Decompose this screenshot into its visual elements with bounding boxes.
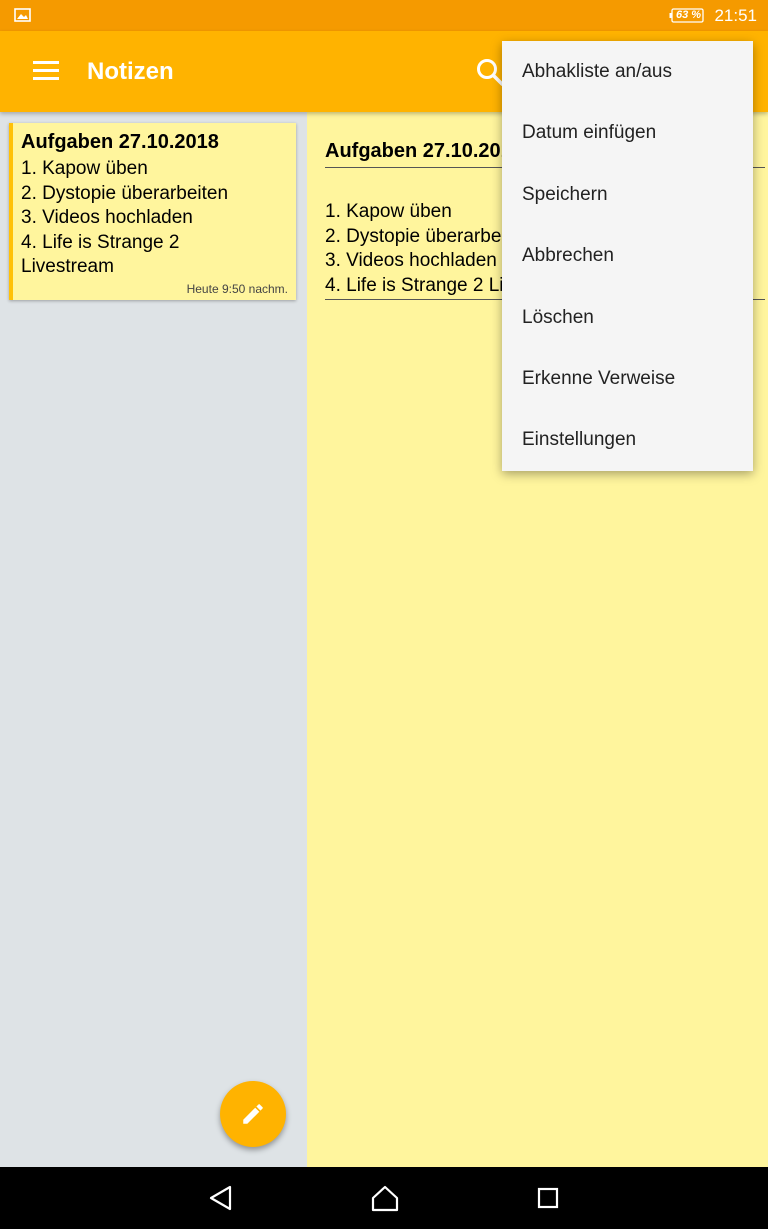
note-card-timestamp: Heute 9:50 nachm.	[186, 282, 288, 296]
menu-item-insert-date[interactable]: Datum einfügen	[502, 102, 753, 163]
menu-item-detect-links[interactable]: Erkenne Verweise	[502, 348, 753, 409]
search-icon[interactable]	[475, 57, 505, 87]
note-card-line: 2. Dystopie überarbeiten	[21, 182, 229, 204]
new-note-button[interactable]	[220, 1081, 286, 1147]
battery-percent: 63 %	[676, 9, 702, 21]
app-title: Notizen	[87, 58, 174, 85]
note-card[interactable]: Aufgaben 27.10.2018 1. Kapow üben 2. Dys…	[9, 123, 296, 300]
menu-item-delete[interactable]: Löschen	[502, 287, 753, 348]
status-bar: 63 % 21:51	[0, 0, 768, 31]
note-card-body: 1. Kapow üben 2. Dystopie überarbeiten 3…	[21, 157, 291, 280]
home-icon[interactable]	[371, 1184, 399, 1212]
menu-item-cancel[interactable]: Abbrechen	[502, 225, 753, 286]
menu-item-settings[interactable]: Einstellungen	[502, 409, 753, 470]
recents-icon[interactable]	[537, 1187, 559, 1209]
menu-item-save[interactable]: Speichern	[502, 164, 753, 225]
note-card-line: 1. Kapow üben	[21, 158, 148, 179]
image-icon	[14, 8, 31, 22]
note-card-title: Aufgaben 27.10.2018	[21, 131, 219, 153]
note-list: Aufgaben 27.10.2018 1. Kapow üben 2. Dys…	[0, 112, 307, 1167]
pencil-icon	[243, 1104, 263, 1124]
note-card-line: 4. Life is Strange 2	[21, 231, 180, 253]
hamburger-menu-icon[interactable]	[33, 61, 59, 81]
note-card-line: 3. Videos hochladen	[21, 207, 193, 228]
note-card-line: Livestream	[21, 256, 114, 277]
navigation-bar	[0, 1167, 768, 1229]
note-title-field[interactable]: Aufgaben 27.10.2018	[325, 140, 523, 163]
back-icon[interactable]	[208, 1185, 234, 1211]
menu-item-toggle-checklist[interactable]: Abhakliste an/aus	[502, 41, 753, 102]
clock: 21:51	[714, 6, 757, 25]
overflow-menu: Abhakliste an/aus Datum einfügen Speiche…	[502, 41, 753, 471]
